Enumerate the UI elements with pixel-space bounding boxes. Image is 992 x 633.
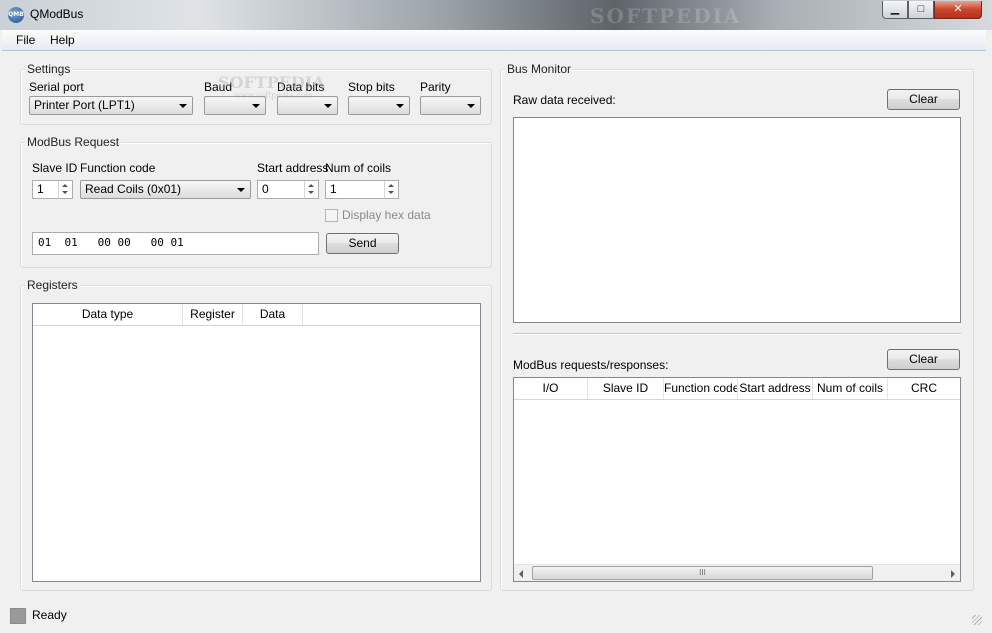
app-icon: QMB xyxy=(8,7,24,23)
scroll-thumb[interactable]: III xyxy=(532,566,873,580)
chevron-down-icon xyxy=(252,104,260,108)
parity-combo[interactable] xyxy=(420,96,481,115)
num-coils-stepper[interactable] xyxy=(384,181,398,198)
start-address-label: Start address xyxy=(257,161,329,175)
column-slave-id[interactable]: Slave ID xyxy=(588,378,664,399)
chevron-down-icon xyxy=(324,104,332,108)
requests-label: ModBus requests/responses: xyxy=(513,358,669,372)
raw-request-field[interactable]: 01 01 00 00 00 01 xyxy=(32,232,319,255)
minimize-button[interactable]: ▁ xyxy=(882,1,908,19)
stop-bits-label: Stop bits xyxy=(348,80,395,94)
watermark-banner: SOFTPEDIA xyxy=(590,4,742,28)
horizontal-scrollbar[interactable]: III xyxy=(514,564,960,581)
column-data-type[interactable]: Data type xyxy=(33,304,183,325)
chevron-down-icon xyxy=(396,104,404,108)
registers-title: Registers xyxy=(25,278,80,292)
bus-monitor-title: Bus Monitor xyxy=(505,62,574,76)
function-code-label: Function code xyxy=(80,161,156,175)
status-bar: Ready xyxy=(2,602,986,629)
start-address-stepper[interactable] xyxy=(304,181,318,198)
scroll-right-icon[interactable] xyxy=(951,570,955,578)
splitter[interactable] xyxy=(513,333,961,335)
parity-label: Parity xyxy=(420,80,451,94)
data-bits-combo[interactable] xyxy=(277,96,338,115)
column-num-coils[interactable]: Num of coils xyxy=(813,378,888,399)
spin-up-icon[interactable] xyxy=(62,184,68,187)
raw-data-area[interactable] xyxy=(513,117,961,323)
menu-bar: File Help xyxy=(2,30,986,51)
maximize-button[interactable]: □ xyxy=(908,1,934,19)
serial-port-combo[interactable]: Printer Port (LPT1) xyxy=(29,96,193,115)
bus-monitor-group: Bus Monitor Raw data received: Clear Mod… xyxy=(500,62,974,591)
column-crc[interactable]: CRC xyxy=(888,378,960,399)
registers-group: Registers Data type Register Data xyxy=(20,278,492,591)
slave-id-stepper[interactable] xyxy=(58,181,72,198)
requests-table[interactable]: I/O Slave ID Function code Start address… xyxy=(513,377,961,582)
num-coils-label: Num of coils xyxy=(325,161,392,175)
start-address-spinbox[interactable]: 0 xyxy=(257,180,319,199)
spin-up-icon[interactable] xyxy=(388,184,394,187)
clear-requests-button[interactable]: Clear xyxy=(887,349,960,370)
settings-title: Settings xyxy=(25,62,73,76)
column-data[interactable]: Data xyxy=(243,304,303,325)
chevron-down-icon xyxy=(467,104,475,108)
slave-id-spinbox[interactable]: 1 xyxy=(32,180,73,199)
spin-up-icon[interactable] xyxy=(308,184,314,187)
modbus-request-group: ModBus Request Slave ID 1 Function code … xyxy=(20,135,492,268)
column-start-address[interactable]: Start address xyxy=(738,378,813,399)
column-io[interactable]: I/O xyxy=(514,378,588,399)
serial-port-label: Serial port xyxy=(29,80,84,94)
status-text: Ready xyxy=(32,608,67,622)
registers-table-header: Data type Register Data xyxy=(33,304,480,326)
main-window: QMB QModBus SOFTPEDIA ▁ □ ✕ File Help Se… xyxy=(0,0,992,633)
title-bar[interactable]: QMB QModBus SOFTPEDIA ▁ □ ✕ xyxy=(0,0,992,30)
function-code-value: Read Coils (0x01) xyxy=(85,182,182,196)
menu-help[interactable]: Help xyxy=(50,33,75,47)
spin-down-icon[interactable] xyxy=(388,191,394,194)
data-bits-label: Data bits xyxy=(277,80,325,94)
slave-id-value: 1 xyxy=(37,182,44,196)
raw-data-label: Raw data received: xyxy=(513,93,616,107)
modbus-request-title: ModBus Request xyxy=(25,135,122,149)
column-register[interactable]: Register xyxy=(183,304,243,325)
column-function-code[interactable]: Function code xyxy=(664,378,738,399)
settings-group: Settings Serial port Printer Port (LPT1)… xyxy=(20,62,492,125)
serial-port-value: Printer Port (LPT1) xyxy=(34,98,135,112)
stop-bits-combo[interactable] xyxy=(348,96,410,115)
spin-down-icon[interactable] xyxy=(62,191,68,194)
chevron-down-icon xyxy=(179,104,187,108)
clear-raw-button[interactable]: Clear xyxy=(887,89,960,110)
spin-down-icon[interactable] xyxy=(308,191,314,194)
start-address-value: 0 xyxy=(262,182,269,196)
send-button[interactable]: Send xyxy=(326,233,399,254)
num-coils-value: 1 xyxy=(330,182,337,196)
baud-label: Baud xyxy=(204,80,233,94)
scroll-left-icon[interactable] xyxy=(519,570,523,578)
slave-id-label: Slave ID xyxy=(32,161,78,175)
registers-table[interactable]: Data type Register Data xyxy=(32,303,481,582)
num-coils-spinbox[interactable]: 1 xyxy=(325,180,399,199)
close-button[interactable]: ✕ xyxy=(934,1,982,19)
function-code-combo[interactable]: Read Coils (0x01) xyxy=(80,180,251,199)
chevron-down-icon xyxy=(237,188,245,192)
requests-table-header: I/O Slave ID Function code Start address… xyxy=(514,378,960,400)
display-hex-label: Display hex data xyxy=(342,208,431,222)
window-title: QModBus xyxy=(30,7,84,21)
baud-combo[interactable] xyxy=(204,96,266,115)
client-area: Settings Serial port Printer Port (LPT1)… xyxy=(2,51,986,633)
resize-grip-icon[interactable] xyxy=(972,615,982,625)
status-led-icon xyxy=(10,608,26,624)
display-hex-checkbox[interactable] xyxy=(325,209,338,222)
menu-file[interactable]: File xyxy=(16,33,35,47)
